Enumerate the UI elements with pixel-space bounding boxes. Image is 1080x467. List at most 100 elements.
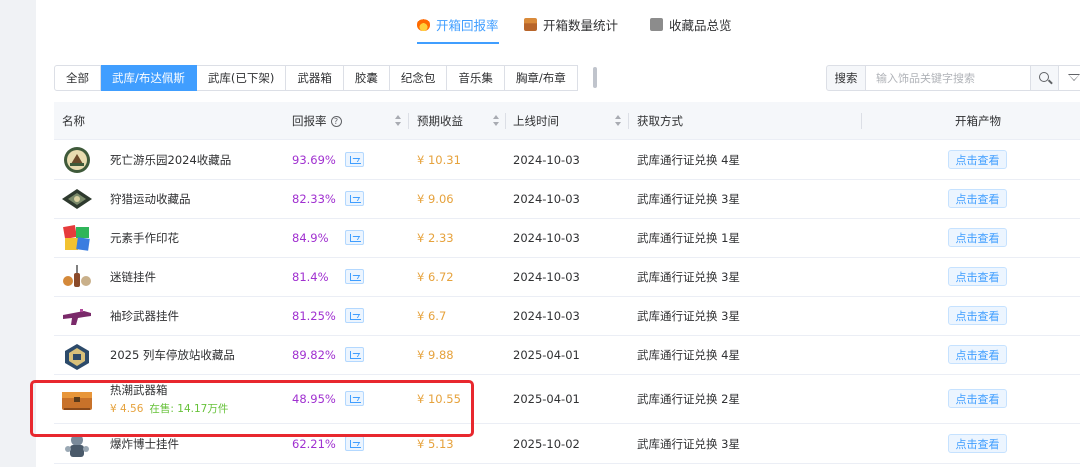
obtain-method: 武库通行证兑换 3星 [637,270,740,284]
view-products-button[interactable]: 点击查看 [948,189,1007,208]
table-row[interactable]: 死亡游乐园2024收藏品 93.69% ¥ 10.31 2024-10-03 武… [54,141,1080,180]
view-products-button[interactable]: 点击查看 [948,150,1007,169]
obtain-method: 武库通行证兑换 3星 [637,437,740,451]
expected-profit: ¥ 10.55 [417,392,461,406]
col-method: 获取方式 [637,114,683,128]
table-row[interactable]: 袖珍武器挂件 81.25% ¥ 6.7 2024-10-03 武库通行证兑换 3… [54,297,1080,336]
sort-profit-icon[interactable] [492,115,500,127]
chart-icon[interactable] [345,230,364,245]
box-icon [524,17,537,31]
column-divider [861,113,862,129]
expected-profit: ¥ 9.88 [417,348,454,362]
tab-label: 开箱回报率 [436,17,499,33]
release-date: 2024-10-03 [513,309,580,323]
release-date: 2025-04-01 [513,348,580,362]
filter-funnel-icon[interactable] [1059,65,1080,91]
item-name[interactable]: 死亡游乐园2024收藏品 [110,141,231,179]
badge-emblem-icon [60,145,94,175]
return-rate: 81.25% [292,309,336,323]
tab-label: 开箱数量统计 [543,17,619,33]
release-date: 2024-10-03 [513,270,580,284]
chart-icon[interactable] [345,269,364,284]
tab-open-count[interactable]: 开箱数量统计 [524,14,618,34]
sort-date-icon[interactable] [614,115,622,127]
view-products-button[interactable]: 点击查看 [948,228,1007,247]
tab-return-rate[interactable]: 开箱回报率 [417,14,499,34]
filter-armory-delisted[interactable]: 武库(已下架) [196,65,287,91]
filter-armory-budapest[interactable]: 武库/布达佩斯 [101,65,197,91]
col-profit[interactable]: 预期收益 [417,102,463,140]
view-products-button[interactable]: 点击查看 [948,389,1007,408]
item-name[interactable]: 热潮武器箱 [110,382,168,398]
table-header: 名称 回报率 ? 预期收益 上线时间 获取方式 开箱产物 [54,102,1080,140]
obtain-method: 武库通行证兑换 4星 [637,153,740,167]
chart-icon[interactable] [345,391,364,406]
chart-icon[interactable] [345,347,364,362]
col-ratio[interactable]: 回报率 ? [292,102,342,140]
fire-icon [417,17,430,31]
return-rate: 93.69% [292,153,336,167]
return-rate: 48.95% [292,392,336,406]
col-products: 开箱产物 [955,114,1001,128]
tab-collection-overview[interactable]: 收藏品总览 [650,14,732,34]
book-icon [650,17,663,31]
filter-capsule[interactable]: 胶囊 [343,65,390,91]
table-row[interactable]: 元素手作印花 84.9% ¥ 2.33 2024-10-03 武库通行证兑换 1… [54,219,1080,258]
filter-music-kit[interactable]: 音乐集 [447,65,505,91]
filter-scrollbar[interactable] [593,67,597,88]
help-icon[interactable]: ? [330,115,342,127]
chart-icon[interactable] [345,191,364,206]
view-products-button[interactable]: 点击查看 [948,267,1007,286]
table-row[interactable]: 2025 列车停放站收藏品 89.82% ¥ 9.88 2025-04-01 武… [54,336,1080,375]
table-row[interactable]: 爆炸博士挂件 62.21% ¥ 5.13 2025-10-02 武库通行证兑换 … [54,425,1080,464]
col-ratio-label: 回报率 [292,114,327,128]
view-products-button[interactable]: 点击查看 [948,306,1007,325]
figure-charm-icon [60,431,94,461]
item-name[interactable]: 2025 列车停放站收藏品 [110,336,235,374]
item-name[interactable]: 狩猎运动收藏品 [110,180,191,218]
sort-ratio-icon[interactable] [394,115,402,127]
on-sale-count: 在售: 14.17万件 [149,403,229,415]
category-filter: 全部 武库/布达佩斯 武库(已下架) 武器箱 胶囊 纪念包 音乐集 胸章/布章 [54,65,578,91]
chart-icon[interactable] [345,436,364,451]
release-date: 2024-10-03 [513,153,580,167]
search-label: 搜索 [826,65,866,91]
release-date: 2025-10-02 [513,437,580,451]
view-products-button[interactable]: 点击查看 [948,345,1007,364]
col-date[interactable]: 上线时间 [513,102,559,140]
expected-profit: ¥ 6.72 [417,270,454,284]
obtain-method: 武库通行证兑换 3星 [637,192,740,206]
chart-icon[interactable] [345,308,364,323]
item-name[interactable]: 迷链挂件 [110,258,156,296]
search-group: 搜索 [826,65,1080,91]
release-date: 2025-04-01 [513,392,580,406]
gun-charm-icon [60,301,94,331]
obtain-method: 武库通行证兑换 4星 [637,348,740,362]
train-emblem-icon [60,342,94,372]
view-products-button[interactable]: 点击查看 [948,434,1007,453]
filter-all[interactable]: 全部 [54,65,101,91]
main-panel: 开箱回报率 开箱数量统计 收藏品总览 全部 武库/布达佩斯 武库(已下架) 武器… [36,0,1080,467]
filter-souvenir[interactable]: 纪念包 [389,65,448,91]
search-icon[interactable] [1031,65,1059,91]
table-row[interactable]: 迷链挂件 81.4% ¥ 6.72 2024-10-03 武库通行证兑换 3星 … [54,258,1080,297]
expected-profit: ¥ 10.31 [417,153,461,167]
obtain-method: 武库通行证兑换 1星 [637,231,740,245]
table-row[interactable]: 热潮武器箱 ¥ 4.56 在售: 14.17万件 48.95% ¥ 10.55 2… [54,375,1080,424]
weapon-case-icon [60,385,94,415]
table-row[interactable]: 狩猎运动收藏品 82.33% ¥ 9.06 2024-10-03 武库通行证兑换… [54,180,1080,219]
diamond-emblem-icon [60,184,94,214]
filter-weapon-case[interactable]: 武器箱 [286,65,344,91]
release-date: 2024-10-03 [513,231,580,245]
charm-icon [60,262,94,292]
item-name[interactable]: 爆炸博士挂件 [110,425,179,463]
chart-icon[interactable] [345,152,364,167]
item-name[interactable]: 元素手作印花 [110,219,179,257]
search-input[interactable] [866,65,1031,91]
return-rate: 82.33% [292,192,336,206]
item-name[interactable]: 袖珍武器挂件 [110,297,179,335]
column-divider [505,113,506,129]
return-rate: 89.82% [292,348,336,362]
active-tab-underline [417,42,499,44]
filter-patch[interactable]: 胸章/布章 [504,65,578,91]
